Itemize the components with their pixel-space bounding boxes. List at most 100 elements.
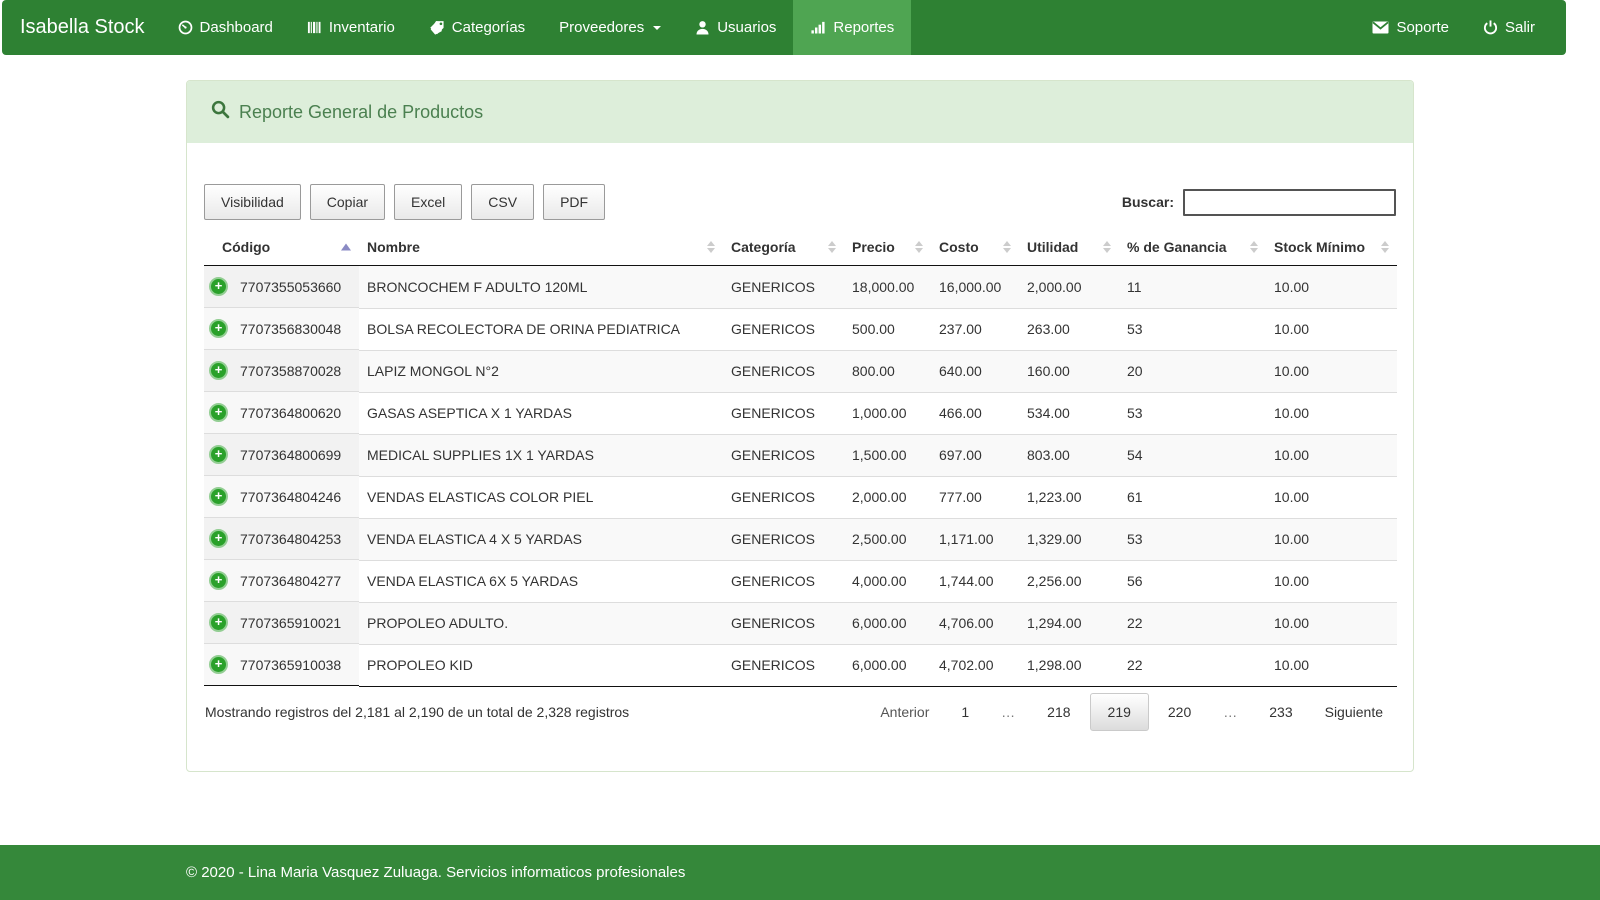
expand-row-button[interactable]: + [209,487,228,506]
pagination-page-1[interactable]: 1 [948,694,982,730]
nav-label-inventario: Inventario [329,19,395,36]
pagination-next-button[interactable]: Siguiente [1312,694,1396,730]
cell-costo: 4,706.00 [931,602,1019,644]
nav-item-usuarios[interactable]: Usuarios [678,0,793,55]
nav-item-reportes[interactable]: Reportes [793,0,911,55]
cell-ganancia: 22 [1119,602,1266,644]
pagination-page-220[interactable]: 220 [1155,694,1204,730]
cell-utilidad: 534.00 [1019,392,1119,434]
pagination: Anterior1…218219220…233Siguiente [861,693,1396,731]
expand-row-button[interactable]: + [209,361,228,380]
nav-label-usuarios: Usuarios [717,19,776,36]
panel-heading: Reporte General de Productos [187,81,1413,143]
user-icon [695,20,710,35]
pagination-previous-button[interactable]: Anterior [867,694,942,730]
cell-ganancia: 54 [1119,434,1266,476]
cell-codigo: +7707364804253 [204,518,359,560]
cell-precio: 1,000.00 [844,392,931,434]
app-brand[interactable]: Isabella Stock [2,0,161,55]
nav-item-proveedores[interactable]: Proveedores [542,0,678,55]
cell-precio: 2,500.00 [844,518,931,560]
nav-item-categorias[interactable]: Categorías [412,0,542,55]
column-label: Código [222,239,270,255]
pagination-page-219[interactable]: 219 [1090,693,1149,731]
sort-icon [1250,241,1258,253]
column-header-categoria[interactable]: Categoría [723,229,844,266]
table-toolbar: Visibilidad Copiar Excel CSV PDF Buscar: [204,184,1396,220]
column-label: % de Ganancia [1127,239,1227,255]
csv-button[interactable]: CSV [471,184,534,220]
pdf-button[interactable]: PDF [543,184,605,220]
report-panel: Reporte General de Productos Visibilidad… [186,80,1414,772]
column-header-codigo[interactable]: Código [204,229,359,266]
expand-row-button[interactable]: + [209,655,228,674]
nav-label-salir: Salir [1505,19,1535,36]
cell-nombre: VENDA ELASTICA 6X 5 YARDAS [359,560,723,602]
excel-button[interactable]: Excel [394,184,462,220]
export-buttons: Visibilidad Copiar Excel CSV PDF [204,184,614,220]
column-header-costo[interactable]: Costo [931,229,1019,266]
cell-ganancia: 61 [1119,476,1266,518]
table-row: +7707358870028LAPIZ MONGOL N°2GENERICOS8… [204,350,1397,392]
nav-item-dashboard[interactable]: Dashboard [161,0,290,55]
cell-utilidad: 2,256.00 [1019,560,1119,602]
cell-utilidad: 263.00 [1019,308,1119,350]
visibility-button[interactable]: Visibilidad [204,184,301,220]
codigo-value: 7707364800699 [240,447,341,463]
table-row: +7707364800699MEDICAL SUPPLIES 1X 1 YARD… [204,434,1397,476]
cell-costo: 777.00 [931,476,1019,518]
column-header-ganancia[interactable]: % de Ganancia [1119,229,1266,266]
cell-ganancia: 11 [1119,266,1266,309]
table-header-row: Código Nombre Categoría [204,229,1397,266]
table-footer: Mostrando registros del 2,181 al 2,190 d… [204,693,1396,731]
cell-utilidad: 1,298.00 [1019,644,1119,686]
nav-item-soporte[interactable]: Soporte [1355,0,1466,55]
cell-categoria: GENERICOS [723,266,844,309]
sort-asc-icon [341,244,351,251]
expand-row-button[interactable]: + [209,613,228,632]
copy-button[interactable]: Copiar [310,184,385,220]
expand-row-button[interactable]: + [209,319,228,338]
expand-row-button[interactable]: + [209,529,228,548]
main-content: Reporte General de Productos Visibilidad… [0,55,1600,845]
cell-utilidad: 1,294.00 [1019,602,1119,644]
search-icon [211,100,230,124]
cell-costo: 1,171.00 [931,518,1019,560]
column-header-precio[interactable]: Precio [844,229,931,266]
cell-codigo: +7707364804246 [204,476,359,518]
column-label: Stock Mínimo [1274,239,1365,255]
pagination-ellipsis: … [1210,694,1250,730]
nav-item-salir[interactable]: Salir [1466,0,1552,55]
cell-ganancia: 53 [1119,518,1266,560]
column-label: Precio [852,239,895,255]
codigo-value: 7707364800620 [240,405,341,421]
bar-chart-icon [810,20,826,35]
cell-categoria: GENERICOS [723,434,844,476]
nav-item-inventario[interactable]: Inventario [290,0,412,55]
pagination-page-218[interactable]: 218 [1034,694,1083,730]
cell-codigo: +7707358870028 [204,350,359,392]
column-header-nombre[interactable]: Nombre [359,229,723,266]
cell-categoria: GENERICOS [723,560,844,602]
records-info: Mostrando registros del 2,181 al 2,190 d… [204,704,629,720]
cell-codigo: +7707355053660 [204,266,359,308]
nav-label-proveedores: Proveedores [559,19,644,36]
table-row: +7707364804246VENDAS ELASTICAS COLOR PIE… [204,476,1397,518]
sort-icon [915,241,923,253]
expand-row-button[interactable]: + [209,403,228,422]
cell-nombre: PROPOLEO KID [359,644,723,686]
column-header-utilidad[interactable]: Utilidad [1019,229,1119,266]
expand-row-button[interactable]: + [209,571,228,590]
panel-body: Visibilidad Copiar Excel CSV PDF Buscar: [187,143,1413,771]
column-header-stock-minimo[interactable]: Stock Mínimo [1266,229,1397,266]
expand-row-button[interactable]: + [209,277,228,296]
cell-codigo: +7707364804277 [204,560,359,602]
cell-stock_minimo: 10.00 [1266,518,1397,560]
nav-label-categorias: Categorías [452,19,525,36]
pagination-page-233[interactable]: 233 [1256,694,1305,730]
expand-row-button[interactable]: + [209,445,228,464]
page-footer: © 2020 - Lina Maria Vasquez Zuluaga. Ser… [0,845,1600,900]
sort-icon [1381,241,1389,253]
search-input[interactable] [1183,189,1396,216]
cell-stock_minimo: 10.00 [1266,266,1397,309]
